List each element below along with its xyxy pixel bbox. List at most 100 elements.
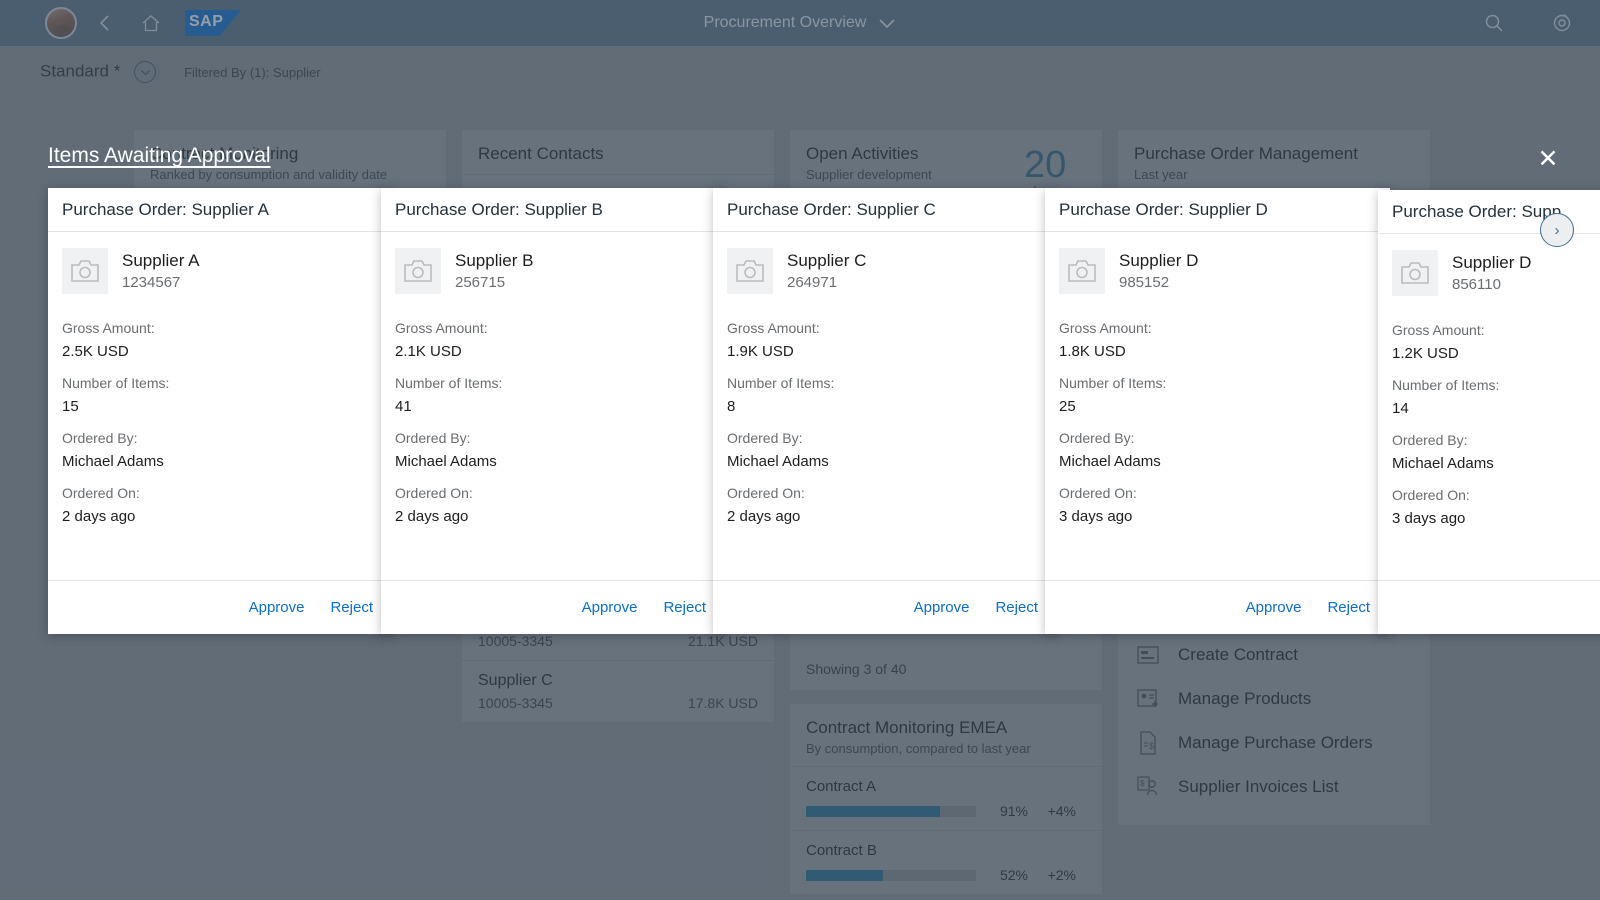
field-label: Ordered On: bbox=[62, 485, 140, 501]
purchase-order-card[interactable]: Purchase Order: Supp Supplier D 856110 G… bbox=[1378, 190, 1600, 634]
field-label: Ordered By: bbox=[395, 430, 471, 446]
purchase-order-card[interactable]: Purchase Order: Supplier D Supplier D 98… bbox=[1045, 188, 1390, 634]
supplier-info: Supplier A 1234567 bbox=[62, 248, 379, 294]
purchase-order-card[interactable]: Purchase Order: Supplier B Supplier B 25… bbox=[381, 188, 726, 634]
field-label: Ordered On: bbox=[395, 485, 473, 501]
field-value: 1.8K USD bbox=[1059, 343, 1126, 360]
supplier-name: Supplier B bbox=[455, 251, 534, 270]
supplier-id: 256715 bbox=[455, 274, 506, 291]
field-ordered-on: Ordered On: 2 days ago bbox=[62, 485, 379, 525]
field-label: Gross Amount: bbox=[1392, 322, 1485, 338]
field-label: Gross Amount: bbox=[62, 320, 155, 336]
field-value: Michael Adams bbox=[1392, 455, 1494, 472]
field-value: Michael Adams bbox=[727, 453, 829, 470]
supplier-id: 856110 bbox=[1452, 276, 1501, 293]
supplier-info: Supplier C 264971 bbox=[727, 248, 1044, 294]
field-gross-amount: Gross Amount: 1.8K USD bbox=[1059, 320, 1376, 360]
camera-icon bbox=[1059, 248, 1105, 294]
field-ordered-on: Ordered On: 2 days ago bbox=[395, 485, 712, 525]
field-ordered-on: Ordered On: 2 days ago bbox=[727, 485, 1044, 525]
next-page-button[interactable]: › bbox=[1540, 213, 1574, 247]
overlay-title: Items Awaiting Approval bbox=[48, 144, 271, 167]
field-value: 14 bbox=[1392, 400, 1409, 417]
field-label: Ordered By: bbox=[727, 430, 803, 446]
field-value: 2 days ago bbox=[727, 508, 801, 525]
purchase-order-card[interactable]: Purchase Order: Supplier A Supplier A 12… bbox=[48, 188, 393, 634]
supplier-id: 264971 bbox=[787, 274, 838, 291]
field-value: 1.2K USD bbox=[1392, 345, 1459, 362]
field-label: Number of Items: bbox=[395, 375, 503, 391]
camera-icon bbox=[62, 248, 108, 294]
approve-button[interactable]: Approve bbox=[582, 599, 638, 616]
supplier-info: Supplier D 985152 bbox=[1059, 248, 1376, 294]
field-label: Ordered By: bbox=[1392, 432, 1468, 448]
field-ordered-by: Ordered By: Michael Adams bbox=[727, 430, 1044, 470]
field-label: Gross Amount: bbox=[727, 320, 820, 336]
card-title: Purchase Order: Supplier B bbox=[381, 188, 726, 232]
field-label: Ordered By: bbox=[1059, 430, 1135, 446]
field-ordered-by: Ordered By: Michael Adams bbox=[395, 430, 712, 470]
field-value: 15 bbox=[62, 398, 79, 415]
field-gross-amount: Gross Amount: 2.1K USD bbox=[395, 320, 712, 360]
approve-button[interactable]: Approve bbox=[1246, 599, 1302, 616]
supplier-id: 1234567 bbox=[122, 274, 181, 291]
card-footer bbox=[1378, 580, 1600, 634]
field-number-of-items: Number of Items: 25 bbox=[1059, 375, 1376, 415]
field-label: Ordered By: bbox=[62, 430, 138, 446]
field-value: 3 days ago bbox=[1392, 510, 1466, 527]
field-label: Ordered On: bbox=[727, 485, 805, 501]
purchase-order-card[interactable]: Purchase Order: Supplier C Supplier C 26… bbox=[713, 188, 1058, 634]
card-body: Supplier D 985152 Gross Amount: 1.8K USD… bbox=[1045, 232, 1390, 580]
approve-button[interactable]: Approve bbox=[914, 599, 970, 616]
field-label: Number of Items: bbox=[62, 375, 170, 391]
field-number-of-items: Number of Items: 41 bbox=[395, 375, 712, 415]
field-label: Number of Items: bbox=[1059, 375, 1167, 391]
card-title: Purchase Order: Supplier A bbox=[48, 188, 393, 232]
field-ordered-by: Ordered By: Michael Adams bbox=[1392, 432, 1600, 472]
field-label: Number of Items: bbox=[1392, 377, 1500, 393]
card-body: Supplier B 256715 Gross Amount: 2.1K USD… bbox=[381, 232, 726, 580]
field-number-of-items: Number of Items: 15 bbox=[62, 375, 379, 415]
field-ordered-by: Ordered By: Michael Adams bbox=[62, 430, 379, 470]
reject-button[interactable]: Reject bbox=[995, 599, 1038, 616]
field-label: Gross Amount: bbox=[1059, 320, 1152, 336]
field-ordered-on: Ordered On: 3 days ago bbox=[1059, 485, 1376, 525]
field-value: Michael Adams bbox=[395, 453, 497, 470]
supplier-id: 985152 bbox=[1119, 274, 1170, 291]
card-footer: Approve Reject bbox=[1045, 580, 1390, 634]
field-label: Ordered On: bbox=[1059, 485, 1137, 501]
supplier-info: Supplier B 256715 bbox=[395, 248, 712, 294]
supplier-info: Supplier D 856110 bbox=[1392, 250, 1600, 296]
camera-icon bbox=[395, 248, 441, 294]
field-label: Number of Items: bbox=[727, 375, 835, 391]
field-value: 3 days ago bbox=[1059, 508, 1133, 525]
field-ordered-on: Ordered On: 3 days ago bbox=[1392, 487, 1600, 527]
camera-icon bbox=[1392, 250, 1438, 296]
close-icon[interactable]: ✕ bbox=[1534, 146, 1562, 174]
field-value: 2 days ago bbox=[395, 508, 469, 525]
field-value: 25 bbox=[1059, 398, 1076, 415]
reject-button[interactable]: Reject bbox=[663, 599, 706, 616]
field-value: 2 days ago bbox=[62, 508, 136, 525]
card-footer: Approve Reject bbox=[48, 580, 393, 634]
supplier-name: Supplier D bbox=[1452, 253, 1532, 272]
reject-button[interactable]: Reject bbox=[1327, 599, 1370, 616]
field-gross-amount: Gross Amount: 1.2K USD bbox=[1392, 322, 1600, 362]
field-label: Gross Amount: bbox=[395, 320, 488, 336]
field-value: 8 bbox=[727, 398, 736, 415]
card-body: Supplier C 264971 Gross Amount: 1.9K USD… bbox=[713, 232, 1058, 580]
approve-button[interactable]: Approve bbox=[249, 599, 305, 616]
field-value: 2.5K USD bbox=[62, 343, 129, 360]
field-number-of-items: Number of Items: 14 bbox=[1392, 377, 1600, 417]
app-screen: SAP Procurement Overview Standard * bbox=[0, 0, 1600, 900]
field-value: 1.9K USD bbox=[727, 343, 794, 360]
card-title: Purchase Order: Supplier C bbox=[713, 188, 1058, 232]
field-label: Ordered On: bbox=[1392, 487, 1470, 503]
card-body: Supplier D 856110 Gross Amount: 1.2K USD… bbox=[1378, 234, 1600, 580]
supplier-name: Supplier A bbox=[122, 251, 200, 270]
card-body: Supplier A 1234567 Gross Amount: 2.5K US… bbox=[48, 232, 393, 580]
card-title: Purchase Order: Supplier D bbox=[1045, 188, 1390, 232]
supplier-name: Supplier C bbox=[787, 251, 867, 270]
card-footer: Approve Reject bbox=[381, 580, 726, 634]
reject-button[interactable]: Reject bbox=[330, 599, 373, 616]
